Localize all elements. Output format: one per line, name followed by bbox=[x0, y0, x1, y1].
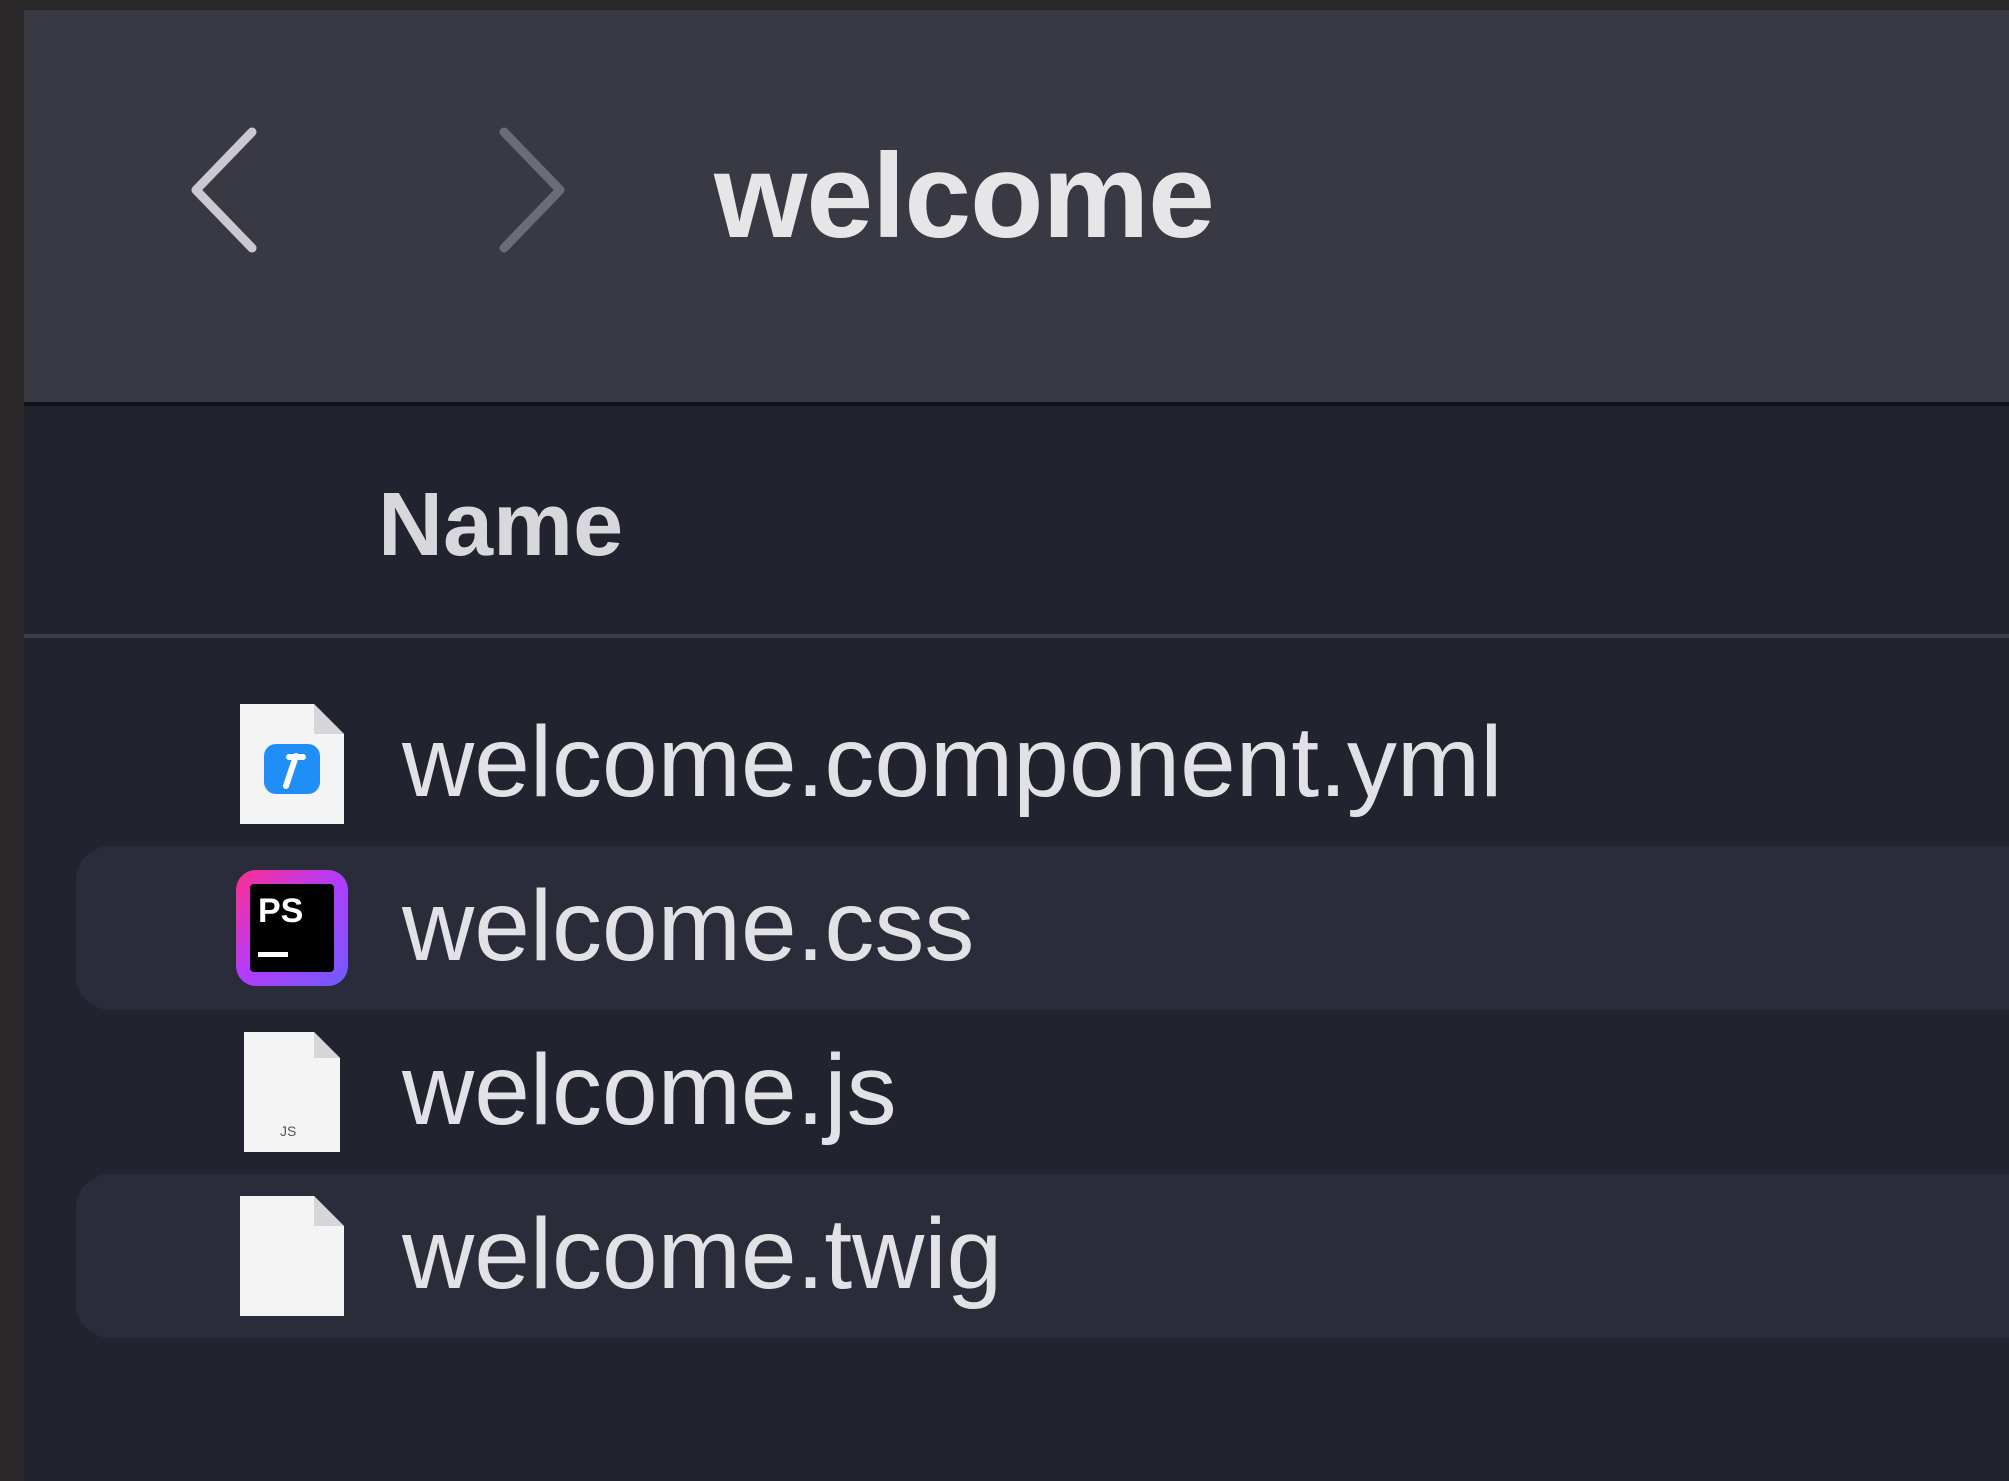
finder-window: welcome Name welcome.component.yml PS we… bbox=[24, 10, 2009, 1481]
file-row-welcome-twig[interactable]: welcome.twig bbox=[76, 1174, 2009, 1338]
toolbar: welcome bbox=[24, 10, 2009, 406]
window-title: welcome bbox=[714, 129, 1215, 263]
file-name: welcome.css bbox=[402, 870, 975, 982]
name-column-header[interactable]: Name bbox=[378, 470, 623, 580]
file-row-welcome-js[interactable]: JS welcome.js bbox=[76, 1010, 2009, 1174]
forward-button[interactable] bbox=[472, 120, 582, 260]
back-button[interactable] bbox=[174, 120, 284, 260]
chevron-left-icon bbox=[191, 127, 257, 253]
file-row-welcome-css[interactable]: PS welcome.css bbox=[76, 846, 2009, 1010]
ps-icon-label: PS bbox=[258, 892, 303, 930]
yml-file-icon bbox=[234, 700, 350, 828]
file-name: welcome.component.yml bbox=[402, 706, 1503, 818]
generic-file-icon bbox=[234, 1192, 350, 1320]
js-icon-label: JS bbox=[280, 1123, 296, 1139]
column-header: Name bbox=[24, 406, 2009, 638]
phpstorm-css-file-icon: PS bbox=[234, 864, 350, 992]
chevron-right-icon bbox=[499, 127, 565, 253]
file-name: welcome.js bbox=[402, 1034, 897, 1146]
file-row-welcome-component-yml[interactable]: welcome.component.yml bbox=[76, 682, 2009, 846]
file-name: welcome.twig bbox=[402, 1198, 1003, 1310]
js-file-icon: JS bbox=[234, 1028, 350, 1156]
